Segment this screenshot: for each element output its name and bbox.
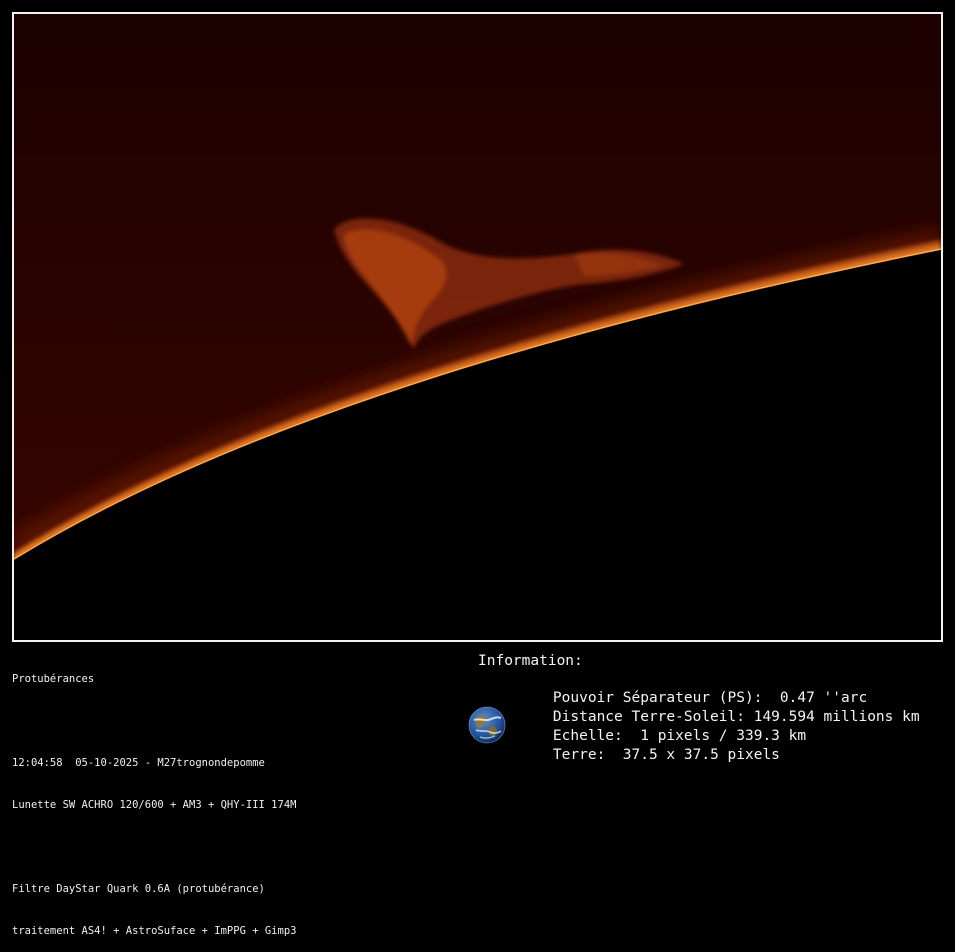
sun-limb-image [14, 14, 941, 640]
solar-prominence-photo [12, 12, 943, 642]
info-label: Terre: [552, 747, 606, 763]
info-heading: Information: [478, 653, 583, 669]
caption-capture-line: 12:04:58 05-10-2025 - M27trognondepomme [12, 757, 265, 769]
caption-processing-line: traitement AS4! + AstroSuface + ImPPG + … [12, 925, 297, 937]
earth-globe-icon [468, 706, 506, 744]
caption-title: Protubérances [12, 673, 95, 685]
info-panel: Information: Pouvoir Séparateur (PS): 0.… [468, 652, 948, 763]
info-value: 37.5 x 37.5 pixels [622, 747, 780, 763]
info-row-earth-size: Terre: 37.5 x 37.5 pixels [518, 728, 780, 782]
caption-equipment-line: Lunette SW ACHRO 120/600 + AM3 + QHY-III… [12, 799, 297, 811]
caption-filter-line: Filtre DayStar Quark 0.6A (protubérance) [12, 883, 265, 895]
capture-caption: Protubérances 12:04:58 05-10-2025 - M27t… [12, 644, 296, 952]
